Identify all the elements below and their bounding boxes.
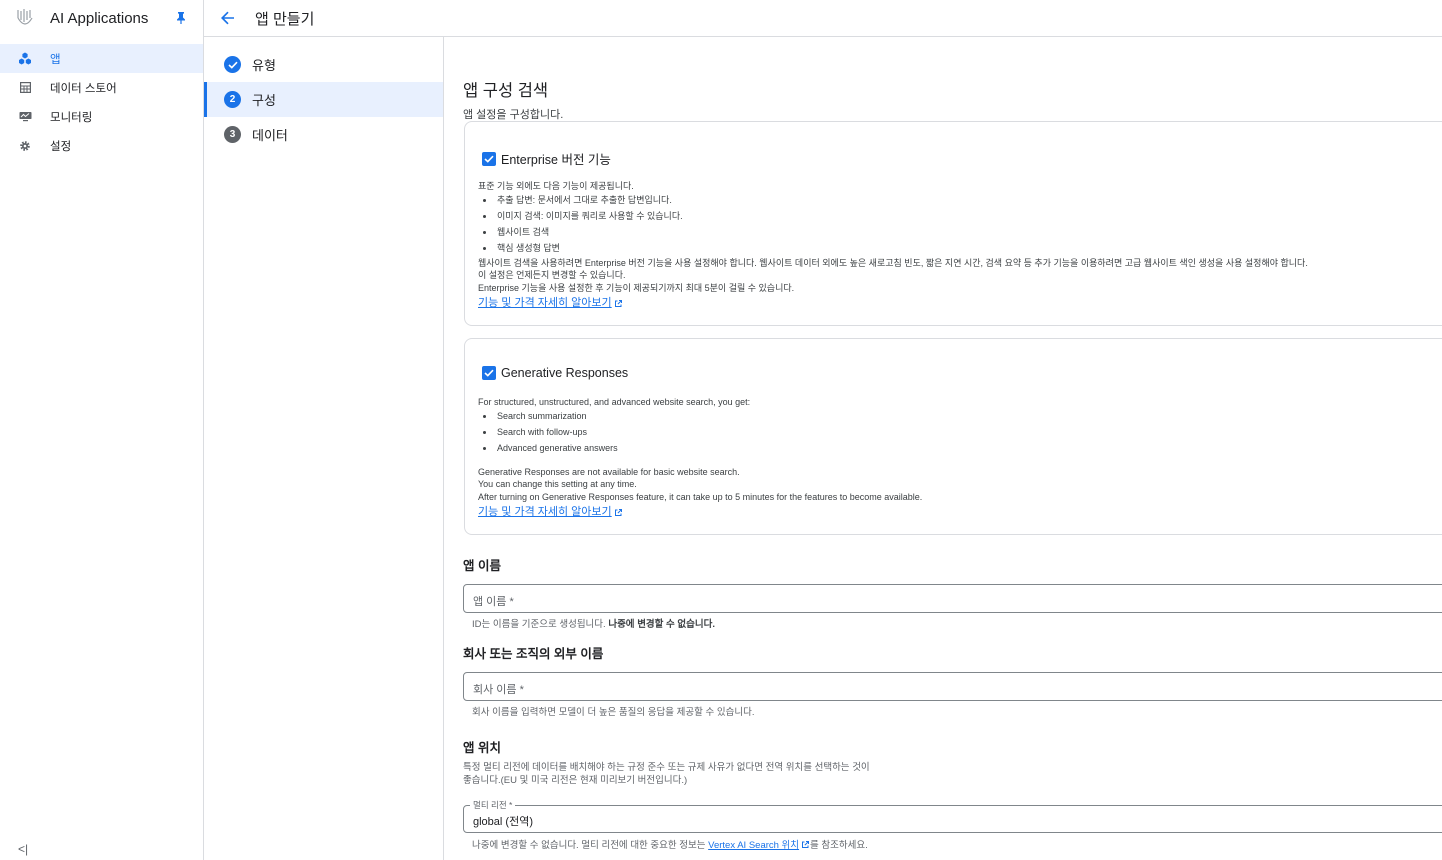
app-location-heading: 앱 위치 bbox=[463, 741, 501, 755]
app-location-description: 특정 멀티 리전에 데이터를 배치해야 하는 규정 준수 또는 규제 사유가 없… bbox=[463, 762, 870, 786]
list-item: Search summarization bbox=[478, 409, 922, 425]
list-item: Advanced generative answers bbox=[478, 441, 922, 457]
enterprise-checkbox[interactable] bbox=[482, 151, 496, 166]
back-arrow-icon[interactable] bbox=[220, 10, 236, 26]
generative-note: Generative Responses are not available f… bbox=[478, 466, 740, 477]
external-link-icon bbox=[614, 299, 622, 307]
multi-region-select[interactable]: 멀티 리전 * global (전역) bbox=[463, 799, 1442, 833]
stepper: 유형 2 구성 3 데이터 bbox=[204, 37, 444, 860]
step-configure[interactable]: 2 구성 bbox=[204, 82, 443, 117]
external-link-icon bbox=[802, 840, 810, 848]
left-nav: AI Applications 앱 데이터 스토어 모니터링 설정 <| bbox=[0, 0, 204, 860]
enterprise-label: Enterprise 버전 기능 bbox=[501, 153, 611, 167]
multi-region-label: 멀티 리전 * bbox=[470, 799, 516, 811]
sidebar-item-label: 설정 bbox=[50, 140, 72, 153]
check-circle-icon bbox=[224, 56, 241, 73]
step-data[interactable]: 3 데이터 bbox=[204, 117, 443, 152]
enterprise-intro: 표준 기능 외에도 다음 기능이 제공됩니다. bbox=[478, 181, 634, 191]
company-name-input[interactable]: 회사 이름 * bbox=[463, 672, 1442, 701]
nav-list: 앱 데이터 스토어 모니터링 설정 bbox=[0, 44, 203, 160]
vertex-ai-search-locations-link[interactable]: Vertex AI Search 위치 bbox=[708, 837, 810, 851]
section-title: 앱 구성 검색 bbox=[463, 82, 549, 100]
generative-note: You can change this setting at any time. bbox=[478, 479, 637, 489]
generative-label: Generative Responses bbox=[501, 366, 629, 380]
list-item: 이미지 검색: 이미지를 쿼리로 사용할 수 있습니다. bbox=[478, 209, 1308, 225]
sidebar-item-apps[interactable]: 앱 bbox=[0, 44, 203, 73]
enterprise-learn-more-link[interactable]: 기능 및 가격 자세히 알아보기 bbox=[478, 297, 623, 310]
company-name-placeholder: 회사 이름 * bbox=[473, 684, 524, 696]
list-item: 추출 답변: 문서에서 그대로 추출한 답변입니다. bbox=[478, 193, 1308, 209]
sidebar-item-label: 데이터 스토어 bbox=[50, 82, 117, 95]
step-type[interactable]: 유형 bbox=[204, 47, 443, 82]
ai-applications-logo bbox=[17, 9, 33, 25]
step-label: 데이터 bbox=[252, 128, 288, 143]
generative-intro: For structured, unstructured, and advanc… bbox=[478, 397, 751, 407]
sidebar-item-label: 모니터링 bbox=[50, 111, 93, 124]
generative-learn-more-link[interactable]: 기능 및 가격 자세히 알아보기 bbox=[478, 506, 623, 519]
app-location-footer: 나중에 변경할 수 없습니다. 멀티 리전에 대한 중요한 정보는 Vertex… bbox=[472, 837, 868, 851]
sidebar-item-monitoring[interactable]: 모니터링 bbox=[0, 102, 203, 131]
step-number: 2 bbox=[224, 91, 241, 108]
monitoring-icon bbox=[17, 109, 33, 125]
sidebar-item-label: 앱 bbox=[50, 53, 61, 66]
app-name-hint: ID는 이름을 기준으로 생성됩니다. 나중에 변경할 수 없습니다. bbox=[472, 619, 716, 630]
main-content: 앱 구성 검색 앱 설정을 구성합니다. Enterprise 버전 기능 표준… bbox=[444, 37, 1442, 860]
app-name-placeholder: 앱 이름 * bbox=[473, 596, 514, 608]
sidebar-item-data-stores[interactable]: 데이터 스토어 bbox=[0, 73, 203, 102]
top-bar: 앱 만들기 bbox=[204, 0, 1442, 37]
enterprise-note: 이 설정은 언제든지 변경할 수 있습니다. bbox=[478, 270, 626, 280]
collapse-nav-button[interactable]: <| bbox=[18, 842, 28, 856]
generative-checkbox[interactable] bbox=[482, 366, 496, 380]
company-name-heading: 회사 또는 조직의 외부 이름 bbox=[463, 647, 604, 661]
generative-note: After turning on Generative Responses fe… bbox=[478, 491, 923, 502]
app-name-input[interactable]: 앱 이름 * bbox=[463, 584, 1442, 613]
step-label: 유형 bbox=[252, 58, 276, 73]
step-label: 구성 bbox=[252, 93, 276, 108]
multi-region-value: global (전역) bbox=[473, 816, 533, 828]
app-title: AI Applications bbox=[50, 9, 149, 27]
enterprise-note: 웹사이트 검색을 사용하려면 Enterprise 버전 기능을 사용 설정해야… bbox=[478, 257, 1308, 268]
list-item: Search with follow-ups bbox=[478, 425, 922, 441]
brand: AI Applications bbox=[0, 0, 203, 36]
company-name-hint: 회사 이름을 입력하면 모델이 더 높은 품질의 응답을 제공할 수 있습니다. bbox=[472, 707, 755, 718]
generative-checkbox-row[interactable]: Generative Responses bbox=[482, 366, 628, 380]
step-number: 3 bbox=[224, 126, 241, 143]
sidebar-item-settings[interactable]: 설정 bbox=[0, 131, 203, 160]
external-link-icon bbox=[614, 508, 622, 516]
list-item: 핵심 생성형 답변 bbox=[478, 241, 1308, 257]
apps-icon bbox=[17, 51, 33, 67]
gear-icon bbox=[17, 138, 33, 154]
enterprise-checkbox-row[interactable]: Enterprise 버전 기능 bbox=[482, 149, 611, 168]
page-title: 앱 만들기 bbox=[255, 10, 315, 28]
table-icon bbox=[17, 80, 33, 96]
section-subtitle: 앱 설정을 구성합니다. bbox=[463, 109, 564, 121]
enterprise-card: Enterprise 버전 기능 표준 기능 외에도 다음 기능이 제공됩니다.… bbox=[464, 121, 1442, 326]
list-item: 웹사이트 검색 bbox=[478, 225, 1308, 241]
app-name-heading: 앱 이름 bbox=[463, 559, 501, 573]
generative-description: For structured, unstructured, and advanc… bbox=[478, 396, 922, 519]
pin-icon[interactable] bbox=[176, 11, 186, 29]
enterprise-note: Enterprise 기능을 사용 설정한 후 기능이 제공되기까지 최대 5분… bbox=[478, 282, 795, 293]
generative-card: Generative Responses For structured, uns… bbox=[464, 338, 1442, 535]
enterprise-description: 표준 기능 외에도 다음 기능이 제공됩니다. 추출 답변: 문서에서 그대로 … bbox=[478, 180, 1308, 310]
